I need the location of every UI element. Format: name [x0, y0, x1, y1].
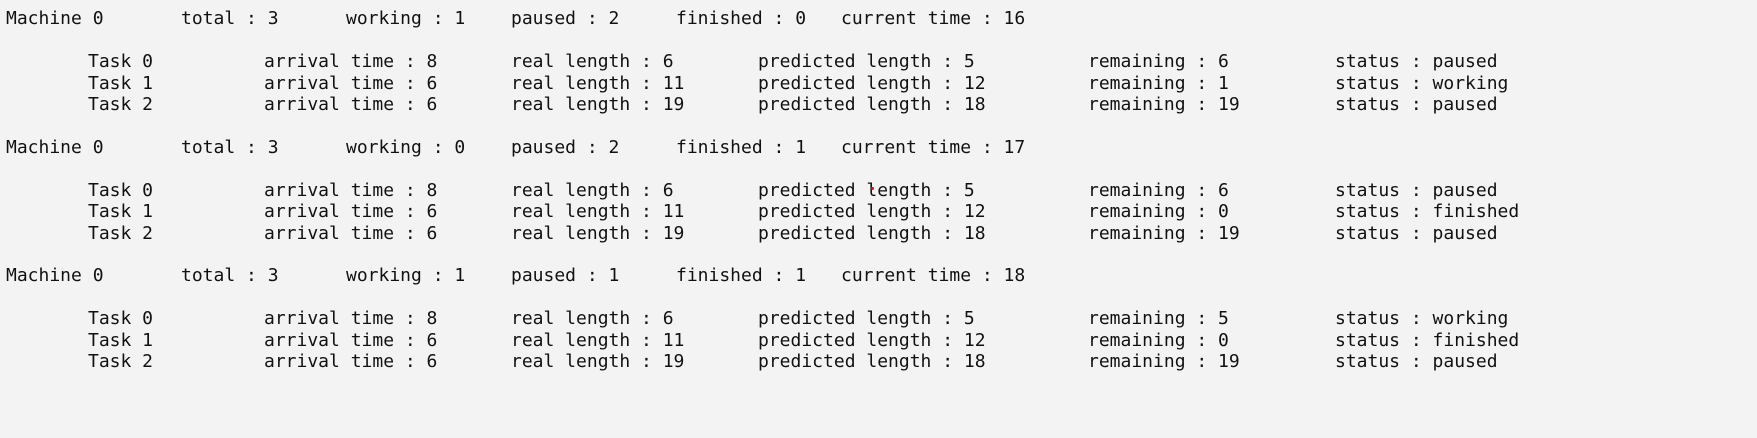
task-remaining: remaining : 19	[1088, 94, 1240, 115]
task-remaining: remaining : 19	[1088, 351, 1240, 372]
task-status: status : finished	[1335, 201, 1520, 222]
task-row: Task 0 arrival time : 8 real length : 6 …	[0, 51, 1757, 73]
machine-name: Machine 0	[6, 8, 104, 29]
task-arrival-time: arrival time : 6	[264, 73, 438, 94]
machine-working: working : 0	[346, 137, 466, 158]
machine-current-time: current time : 18	[841, 265, 1026, 286]
task-arrival-time: arrival time : 8	[264, 308, 438, 329]
task-name: Task 1	[88, 73, 154, 94]
task-remaining: remaining : 6	[1088, 180, 1229, 201]
task-name: Task 2	[88, 223, 154, 244]
task-row: Task 2 arrival time : 6 real length : 19…	[0, 223, 1757, 245]
task-status: status : paused	[1335, 94, 1498, 115]
task-predicted-length: predicted length : 5	[758, 308, 975, 329]
task-row: Task 1 arrival time : 6 real length : 11…	[0, 201, 1757, 223]
machine-total: total : 3	[181, 8, 279, 29]
machine-paused: paused : 2	[511, 8, 620, 29]
task-arrival-time: arrival time : 6	[264, 201, 438, 222]
task-name: Task 2	[88, 351, 154, 372]
task-name: Task 2	[88, 94, 154, 115]
task-arrival-time: arrival time : 6	[264, 330, 438, 351]
task-real-length: real length : 19	[511, 94, 685, 115]
machine-finished: finished : 1	[676, 265, 807, 286]
task-name: Task 0	[88, 51, 154, 72]
task-name: Task 0	[88, 308, 154, 329]
task-real-length: real length : 11	[511, 201, 685, 222]
machine-finished: finished : 0	[676, 8, 807, 29]
task-arrival-time: arrival time : 8	[264, 180, 438, 201]
task-status: status : paused	[1335, 51, 1498, 72]
task-row: Task 2 arrival time : 6 real length : 19…	[0, 351, 1757, 373]
task-real-length: real length : 19	[511, 351, 685, 372]
task-name: Task 1	[88, 330, 154, 351]
task-real-length: real length : 19	[511, 223, 685, 244]
task-arrival-time: arrival time : 6	[264, 351, 438, 372]
task-row: Task 2 arrival time : 6 real length : 19…	[0, 94, 1757, 116]
task-name: Task 1	[88, 201, 154, 222]
task-predicted-length: predicted length : 18	[758, 223, 986, 244]
task-row: Task 1 arrival time : 6 real length : 11…	[0, 330, 1757, 352]
task-status: status : paused	[1335, 223, 1498, 244]
task-arrival-time: arrival time : 8	[264, 51, 438, 72]
task-predicted-length: predicted length : 12	[758, 330, 986, 351]
task-real-length: real length : 6	[511, 51, 674, 72]
machine-paused: paused : 2	[511, 137, 620, 158]
machine-working: working : 1	[346, 8, 466, 29]
task-status: status : working	[1335, 73, 1509, 94]
task-remaining: remaining : 0	[1088, 201, 1229, 222]
task-row: Task 0 arrival time : 8 real length : 6 …	[0, 308, 1757, 330]
machine-paused: paused : 1	[511, 265, 620, 286]
task-predicted-length: predicted length : 5	[758, 180, 975, 201]
text-cursor-marker	[871, 187, 874, 190]
machine-name: Machine 0	[6, 137, 104, 158]
task-status: status : paused	[1335, 351, 1498, 372]
task-remaining: remaining : 19	[1088, 223, 1240, 244]
machine-total: total : 3	[181, 265, 279, 286]
task-predicted-length: predicted length : 12	[758, 73, 986, 94]
machine-current-time: current time : 16	[841, 8, 1026, 29]
machine-current-time: current time : 17	[841, 137, 1026, 158]
task-remaining: remaining : 0	[1088, 330, 1229, 351]
task-real-length: real length : 11	[511, 73, 685, 94]
machine-name: Machine 0	[6, 265, 104, 286]
machine-total: total : 3	[181, 137, 279, 158]
task-name: Task 0	[88, 180, 154, 201]
task-predicted-length: predicted length : 5	[758, 51, 975, 72]
task-arrival-time: arrival time : 6	[264, 94, 438, 115]
task-real-length: real length : 11	[511, 330, 685, 351]
task-row: Task 0 arrival time : 8 real length : 6 …	[0, 180, 1757, 202]
machine-finished: finished : 1	[676, 137, 807, 158]
task-status: status : working	[1335, 308, 1509, 329]
machine-header: Machine 0 total : 3 working : 1 paused :…	[0, 8, 1757, 30]
task-predicted-length: predicted length : 18	[758, 94, 986, 115]
task-row: Task 1 arrival time : 6 real length : 11…	[0, 73, 1757, 95]
task-real-length: real length : 6	[511, 308, 674, 329]
task-real-length: real length : 6	[511, 180, 674, 201]
task-remaining: remaining : 6	[1088, 51, 1229, 72]
machine-header: Machine 0 total : 3 working : 0 paused :…	[0, 137, 1757, 159]
task-arrival-time: arrival time : 6	[264, 223, 438, 244]
machine-header: Machine 0 total : 3 working : 1 paused :…	[0, 265, 1757, 287]
task-status: status : paused	[1335, 180, 1498, 201]
task-predicted-length: predicted length : 18	[758, 351, 986, 372]
machine-working: working : 1	[346, 265, 466, 286]
task-status: status : finished	[1335, 330, 1520, 351]
task-predicted-length: predicted length : 12	[758, 201, 986, 222]
task-remaining: remaining : 5	[1088, 308, 1229, 329]
task-remaining: remaining : 1	[1088, 73, 1229, 94]
